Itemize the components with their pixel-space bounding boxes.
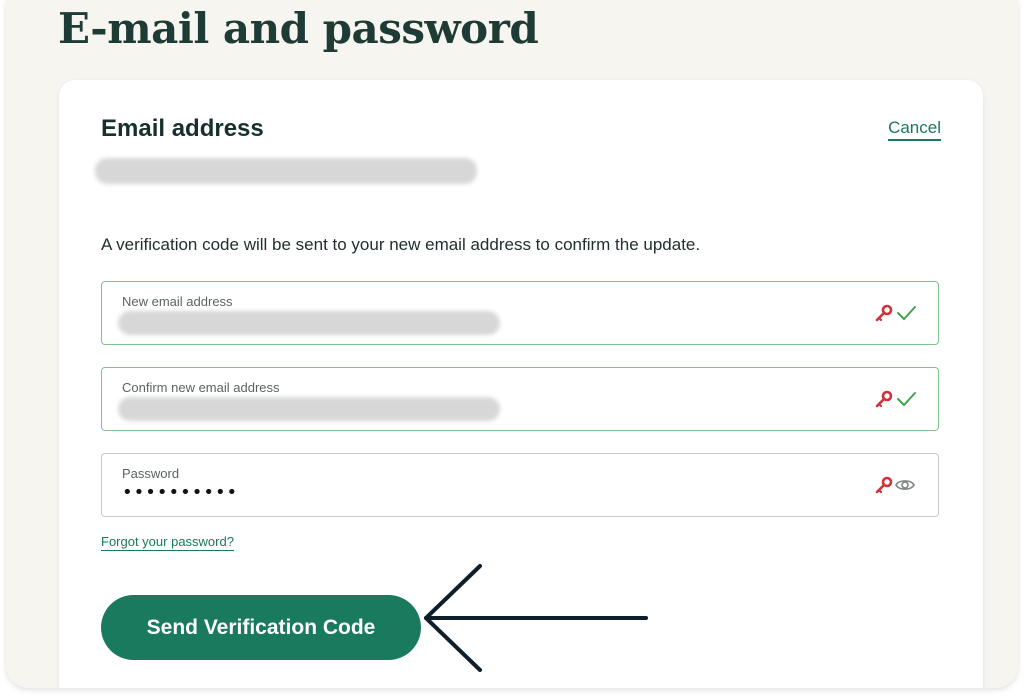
checkmark-icon [896, 389, 916, 409]
confirm-email-field[interactable]: Confirm new email address [101, 367, 939, 431]
cancel-link[interactable]: Cancel [888, 118, 941, 141]
password-field[interactable]: Password •••••••••• [101, 453, 939, 517]
password-label: Password [122, 466, 180, 481]
new-email-value-redacted [118, 311, 500, 335]
confirm-email-value-redacted [118, 397, 500, 421]
new-email-field[interactable]: New email address [101, 281, 939, 345]
current-email-redacted [95, 158, 477, 184]
verification-info-text: A verification code will be sent to your… [101, 235, 701, 254]
send-verification-code-button[interactable]: Send Verification Code [101, 595, 421, 660]
page-title: E-mail and password [58, 4, 539, 53]
key-icon[interactable] [874, 303, 894, 323]
checkmark-icon [896, 303, 916, 323]
key-icon[interactable] [874, 389, 894, 409]
forgot-password-link[interactable]: Forgot your password? [101, 534, 234, 551]
new-email-label: New email address [122, 294, 233, 309]
section-title: Email address [101, 115, 264, 142]
key-icon[interactable] [874, 475, 894, 495]
arrow-left-icon [424, 564, 648, 672]
eye-icon[interactable] [894, 474, 916, 496]
password-value: •••••••••• [122, 482, 239, 503]
confirm-email-label: Confirm new email address [122, 380, 280, 395]
